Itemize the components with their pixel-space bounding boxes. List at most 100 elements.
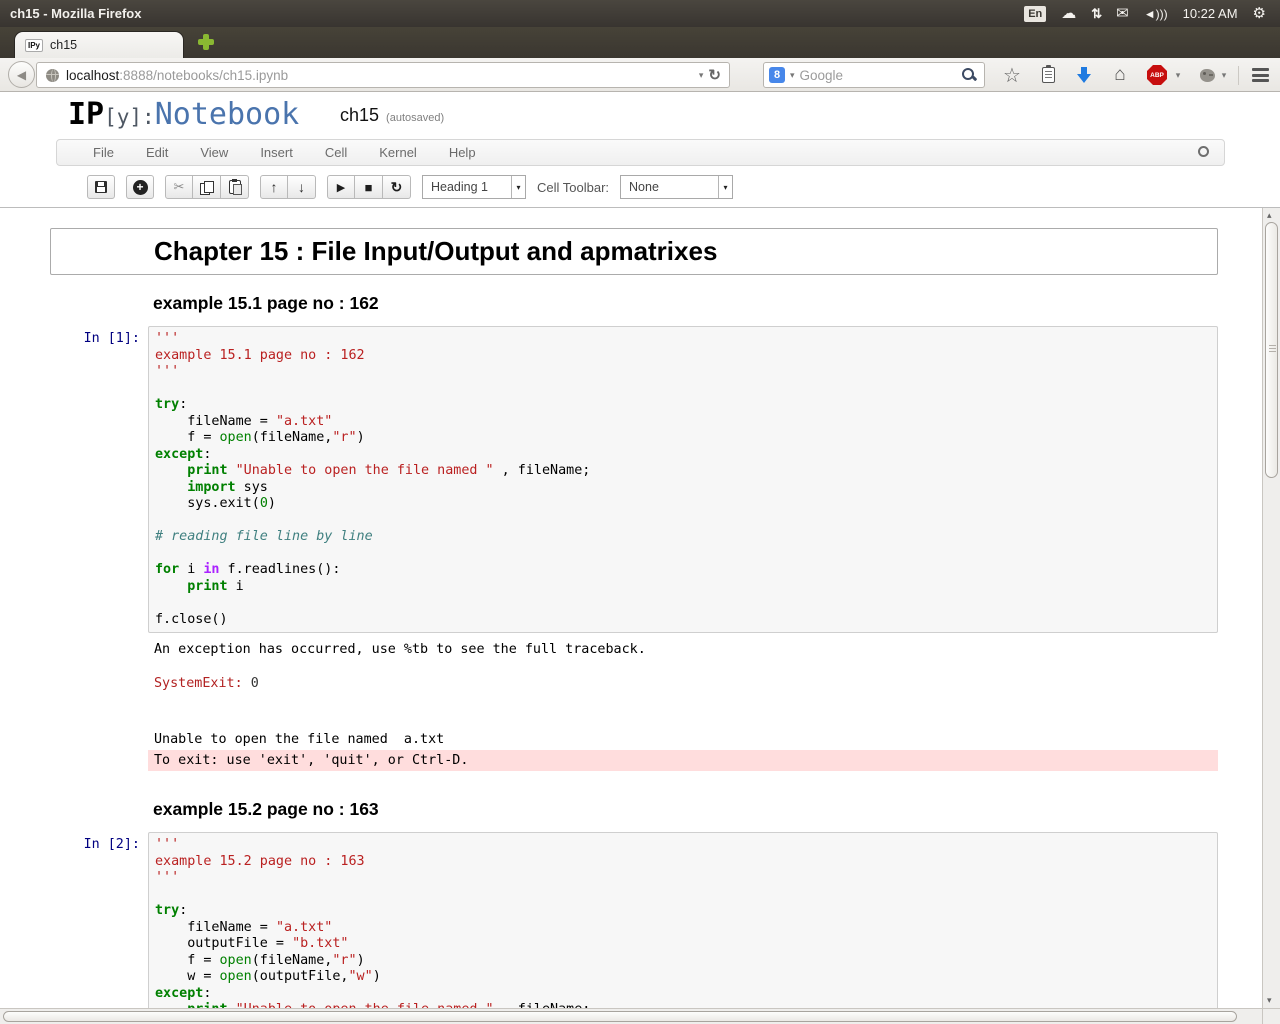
system-tray: En ☁ ⇅ ✉ ◄))) 10:22 AM ⚙ (1024, 5, 1280, 22)
home-icon[interactable]: ⌂ (1106, 58, 1134, 92)
output-area-1: An exception has occurred, use %tb to se… (148, 641, 1218, 771)
move-cell-up-button[interactable]: ↑ (260, 175, 288, 199)
interrupt-kernel-button[interactable]: ■ (355, 175, 383, 199)
network-icon[interactable]: ⇅ (1091, 7, 1102, 20)
site-identity-globe-icon[interactable] (46, 68, 59, 82)
tab-ch15[interactable]: IPy ch15 (14, 31, 184, 58)
stdout-text: Unable to open the file named a.txt (154, 732, 445, 747)
clock[interactable]: 10:22 AM (1183, 6, 1238, 21)
scrollbar-corner (1262, 1008, 1280, 1024)
vertical-scrollbar-thumb[interactable] (1265, 222, 1278, 478)
google-logo-icon[interactable]: 8 (769, 67, 785, 83)
new-tab-button[interactable] (198, 34, 214, 50)
cloud-icon[interactable]: ☁ (1061, 6, 1076, 21)
arrow-down-icon: ↓ (298, 179, 305, 195)
restart-kernel-button[interactable]: ↻ (383, 175, 411, 199)
code-cell-2: In [2]: ''' example 15.2 page no : 163 '''… (50, 832, 1218, 1008)
search-engine-caret-icon[interactable]: ▾ (785, 70, 800, 81)
code-input-1[interactable]: ''' example 15.1 page no : 162 ''' try: fi… (148, 326, 1218, 633)
toolbar-divider (1238, 66, 1239, 85)
search-input[interactable]: Google (800, 68, 961, 83)
example-2-heading[interactable]: example 15.2 page no : 163 (153, 799, 1218, 820)
horizontal-scrollbar-thumb[interactable] (3, 1011, 1237, 1022)
url-dropdown-caret-icon[interactable]: ▾ (694, 70, 709, 81)
scrollbar-grip (1269, 345, 1276, 353)
notebook-menu-bar: File Edit View Insert Cell Kernel Help (56, 139, 1225, 166)
cell-toolbar-label: Cell Toolbar: (537, 179, 610, 195)
run-cell-button[interactable]: ▶ (327, 175, 355, 199)
window-title: ch15 - Mozilla Firefox (10, 6, 142, 21)
move-cell-down-button[interactable]: ↓ (288, 175, 316, 199)
scroll-down-arrow-icon[interactable]: ▾ (1267, 995, 1272, 1006)
refresh-icon: ↻ (390, 178, 403, 195)
chevron-down-icon: ▾ (511, 176, 525, 198)
sound-icon[interactable]: ◄))) (1144, 8, 1168, 20)
example-1-heading[interactable]: example 15.1 page no : 162 (153, 293, 1218, 314)
code-cell-1: In [1]: ''' example 15.1 page no : 162 '''… (50, 326, 1218, 633)
scissors-icon: ✂ (173, 179, 185, 194)
error-text: SystemExit: 0 (154, 676, 259, 691)
menu-view[interactable]: View (184, 145, 244, 160)
cell-type-select[interactable]: Heading 1 ▾ (422, 175, 526, 199)
save-icon (95, 181, 107, 193)
code-input-2[interactable]: ''' example 15.2 page no : 163 ''' try: fi… (148, 832, 1218, 1008)
menu-file[interactable]: File (77, 145, 130, 160)
adblock-caret-icon[interactable]: ▾ (1171, 58, 1185, 92)
arrow-up-icon: ↑ (270, 179, 278, 195)
stop-icon: ■ (364, 179, 373, 195)
downloads-icon[interactable] (1070, 58, 1098, 92)
input-prompt-2: In [2]: (83, 837, 140, 852)
vertical-scrollbar[interactable]: ▴ ▾ (1262, 208, 1280, 1008)
ipython-logo[interactable]: IP[y]:Notebook (68, 97, 299, 132)
reload-icon[interactable]: ↻ (708, 66, 729, 84)
autosave-status: (autosaved) (386, 112, 445, 124)
plus-circle-icon: + (132, 179, 148, 195)
paste-icon (228, 179, 242, 195)
stderr-text: To exit: use 'exit', 'quit', or Ctrl-D. (148, 750, 1218, 771)
cut-cell-button[interactable]: ✂ (165, 175, 193, 199)
bookmarks-menu-icon[interactable] (1034, 58, 1062, 92)
input-prompt-1: In [1]: (83, 331, 140, 346)
notebook-title[interactable]: ch15 (autosaved) (340, 105, 444, 126)
keyboard-layout-indicator[interactable]: En (1024, 5, 1047, 22)
heading-cell-selected[interactable]: Chapter 15 : File Input/Output and apmat… (50, 228, 1218, 275)
url-bar[interactable]: localhost :8888/notebooks/ch15.ipynb ▾ ↻ (36, 62, 730, 88)
unity-top-panel: ch15 - Mozilla Firefox En ☁ ⇅ ✉ ◄))) 10:… (0, 0, 1280, 27)
traceback-text: An exception has occurred, use %tb to se… (154, 642, 646, 657)
chevron-down-icon: ▾ (718, 176, 732, 198)
back-button[interactable]: ◀ (8, 61, 35, 88)
bookmark-star-icon[interactable]: ☆ (998, 58, 1026, 92)
search-icon[interactable] (961, 67, 977, 83)
url-path: :8888/notebooks/ch15.ipynb (119, 67, 289, 83)
menu-cell[interactable]: Cell (309, 145, 363, 160)
gear-icon[interactable]: ⚙ (1253, 6, 1266, 21)
addon-caret-icon[interactable]: ▾ (1217, 58, 1231, 92)
search-bar[interactable]: 8 ▾ Google (763, 62, 985, 88)
copy-cell-button[interactable] (193, 175, 221, 199)
browser-nav-bar: ◀ localhost :8888/notebooks/ch15.ipynb ▾… (0, 58, 1280, 92)
cell-toolbar-select[interactable]: None ▾ (620, 175, 734, 199)
tab-label: ch15 (50, 38, 78, 52)
paste-cell-button[interactable] (221, 175, 249, 199)
ipython-favicon: IPy (25, 38, 44, 52)
kernel-status-indicator (1198, 146, 1209, 157)
menu-help[interactable]: Help (433, 145, 492, 160)
adblock-plus-icon[interactable]: ABP (1144, 58, 1170, 92)
chapter-heading: Chapter 15 : File Input/Output and apmat… (154, 236, 718, 266)
copy-icon (199, 180, 214, 195)
play-icon: ▶ (336, 181, 346, 194)
mail-icon[interactable]: ✉ (1116, 6, 1129, 21)
notebook-toolbar: + ✂ ↑ ↓ ▶ ■ ↻ Heading 1 ▾ Cell Toolbar: … (87, 175, 734, 199)
save-button[interactable] (87, 175, 115, 199)
menu-edit[interactable]: Edit (130, 145, 184, 160)
url-domain: localhost (66, 67, 120, 83)
menu-insert[interactable]: Insert (244, 145, 309, 160)
notebook-content: Chapter 15 : File Input/Output and apmat… (0, 208, 1262, 1008)
scroll-up-arrow-icon[interactable]: ▴ (1267, 210, 1272, 221)
horizontal-scrollbar[interactable] (0, 1008, 1262, 1024)
menu-hamburger-icon[interactable] (1245, 58, 1275, 92)
notebook-header: IP[y]:Notebook ch15 (autosaved) (0, 92, 1280, 138)
add-cell-button[interactable]: + (126, 175, 154, 199)
browser-tab-bar: IPy ch15 (0, 27, 1280, 58)
menu-kernel[interactable]: Kernel (363, 145, 433, 160)
